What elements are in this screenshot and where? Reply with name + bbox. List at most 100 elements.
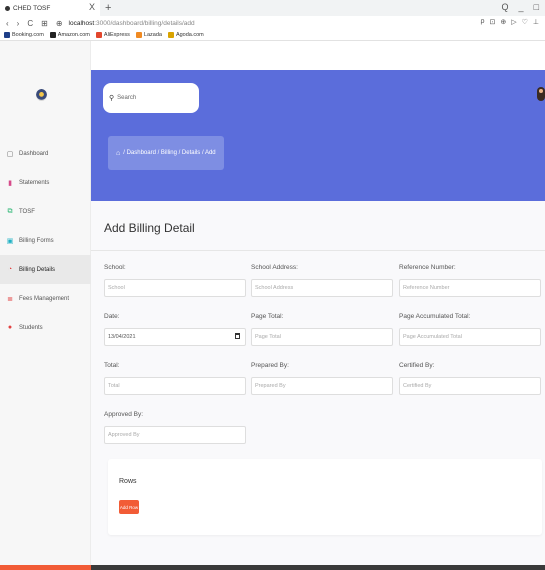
bookmark-label: Agoda.com	[175, 32, 204, 38]
site-info-icon[interactable]: ⊕	[56, 19, 63, 28]
sidebar-item-statements[interactable]: ▮ Statements	[0, 168, 91, 197]
address-bar: ‹ › C ⊞ ⊕ localhost:3000/dashboard/billi…	[0, 16, 545, 30]
bookmarks-bar: Booking.com Amazon.com AliExpress Lazada…	[0, 30, 545, 41]
page-total-group: Page Total: Page Total	[251, 313, 393, 346]
monitor-icon: ▢	[6, 150, 14, 158]
list-icon: ≣	[7, 295, 13, 303]
date-text: 13/04/2021	[108, 334, 136, 340]
certified-by-field[interactable]: Certified By	[399, 377, 541, 395]
new-tab-button[interactable]: +	[105, 2, 111, 14]
apps-grid-icon[interactable]: ⊞	[41, 19, 48, 28]
url-path: :3000/dashboard/billing/details/add	[94, 19, 195, 27]
total-label: Total:	[104, 362, 120, 369]
school-address-text: School Address	[255, 285, 294, 291]
browser-tab[interactable]: CHED TOSF X	[0, 0, 100, 16]
search-placeholder: Search	[117, 95, 137, 101]
prepared-by-field[interactable]: Prepared By	[251, 377, 393, 395]
url-host: localhost	[68, 19, 95, 27]
sidebar-item-dashboard[interactable]: ▢ Dashboard	[0, 139, 91, 168]
nav-buttons: ‹ › C ⊞ ⊕	[6, 19, 63, 28]
url-toolbar-icons: ρ ⊡ ⊕ ▷ ♡ ⊥	[480, 18, 539, 26]
tab-favicon-icon	[5, 5, 10, 11]
tab-title: CHED TOSF	[13, 4, 51, 12]
window-search-icon[interactable]: Q	[502, 2, 509, 12]
prepared-by-text: Prepared By	[255, 383, 286, 389]
date-field[interactable]: 13/04/2021	[104, 328, 246, 346]
sidebar-item-tosf[interactable]: ⧉ TOSF	[0, 197, 91, 226]
total-group: Total: Total	[104, 362, 246, 395]
home-icon[interactable]: ⌂	[116, 150, 120, 157]
screenshot-icon[interactable]: ⊡	[489, 18, 495, 26]
minimize-button[interactable]: _	[519, 2, 524, 12]
sidebar-nav: ▢ Dashboard ▮ Statements ⧉ TOSF ▣ Billing Forms…	[0, 139, 91, 342]
rows-title: Rows	[119, 478, 137, 485]
page-total-text: Page Total	[255, 334, 281, 340]
sidebar-item-billing-details[interactable]: ◔ Billing Details	[0, 255, 91, 284]
page-accumulated-total-field[interactable]: Page Accumulated Total	[399, 328, 541, 346]
reference-number-label: Reference Number:	[399, 264, 456, 271]
play-icon[interactable]: ▷	[511, 18, 516, 26]
aliexpress-icon	[95, 32, 102, 38]
sidebar-item-billing-forms[interactable]: ▣ Billing Forms	[0, 226, 91, 255]
sidebar-item-label: Dashboard	[19, 150, 49, 157]
sidebar-item-label: Billing Details	[19, 266, 56, 273]
bookmark-label: AliExpress	[103, 32, 130, 38]
bookmark-item[interactable]: Booking.com	[4, 32, 44, 38]
add-row-button[interactable]: Add Row	[119, 500, 139, 514]
prepared-by-label: Prepared By:	[251, 362, 289, 369]
approved-by-field[interactable]: Approved By	[104, 426, 246, 444]
back-icon[interactable]: ‹	[6, 19, 9, 28]
total-field[interactable]: Total	[104, 377, 246, 395]
school-text: School	[108, 285, 125, 291]
reference-number-field[interactable]: Reference Number	[399, 279, 541, 297]
breadcrumb-path[interactable]: / Dashboard / Billing / Details / Add	[123, 150, 215, 156]
bookmark-item[interactable]: AliExpress	[95, 32, 130, 38]
total-text: Total	[108, 383, 120, 389]
divider	[91, 250, 545, 251]
school-address-field[interactable]: School Address	[251, 279, 393, 297]
search-page-icon[interactable]: ρ	[480, 18, 484, 26]
maximize-button[interactable]: □	[534, 2, 539, 12]
forward-icon[interactable]: ›	[17, 19, 20, 28]
school-address-label: School Address:	[251, 264, 298, 271]
calendar-icon[interactable]	[235, 333, 240, 339]
bookmark-item[interactable]: Lazada	[135, 32, 162, 38]
sidebar-item-fees-management[interactable]: ≣ Fees Management	[0, 284, 91, 313]
bookmark-label: Lazada	[143, 32, 162, 38]
page-accumulated-total-text: Page Accumulated Total	[403, 334, 462, 340]
sidebar-item-label: Fees Management	[19, 295, 70, 302]
logo-icon[interactable]	[36, 89, 47, 101]
tab-close-icon[interactable]: X	[89, 2, 95, 12]
breadcrumb: ⌂ / Dashboard / Billing / Details / Add	[108, 136, 224, 170]
avatar[interactable]	[537, 87, 545, 101]
favorite-icon[interactable]: ♡	[522, 18, 528, 26]
sidebar: ▢ Dashboard ▮ Statements ⧉ TOSF ▣ Billing Forms…	[0, 41, 91, 565]
bookmark-label: Booking.com	[12, 32, 44, 38]
page-total-label: Page Total:	[251, 313, 284, 320]
sidebar-item-students[interactable]: ● Students	[0, 313, 91, 342]
school-label: School:	[104, 264, 126, 271]
reference-number-text: Reference Number	[403, 285, 450, 291]
sidebar-item-label: Students	[19, 324, 43, 331]
search-input[interactable]: ⚲ Search	[103, 83, 199, 113]
cash-icon: ▣	[6, 237, 14, 245]
taskbar-strip	[0, 565, 545, 570]
url-field[interactable]: localhost:3000/dashboard/billing/details…	[69, 20, 195, 27]
bookmark-item[interactable]: Agoda.com	[167, 32, 204, 38]
school-group: School: School	[104, 264, 246, 297]
header: ⚲ Search ⌂ / Dashboard / Billing / Detai…	[91, 70, 545, 201]
sidebar-item-label: Billing Forms	[19, 237, 54, 244]
bookmark-item[interactable]: Amazon.com	[49, 32, 90, 38]
approved-by-label: Approved By:	[104, 411, 144, 418]
sidebar-item-label: TOSF	[19, 208, 35, 215]
extension-icon[interactable]: ⊕	[500, 18, 506, 26]
page-accumulated-total-group: Page Accumulated Total: Page Accumulated …	[399, 313, 541, 346]
bookmark-label: Amazon.com	[57, 32, 90, 38]
download-icon[interactable]: ⊥	[533, 18, 539, 26]
rows-card: Rows Add Row	[108, 459, 542, 535]
school-field[interactable]: School	[104, 279, 246, 297]
lazada-icon	[135, 32, 142, 38]
page-total-field[interactable]: Page Total	[251, 328, 393, 346]
approved-by-text: Approved By	[108, 432, 140, 438]
reload-icon[interactable]: C	[27, 19, 33, 28]
